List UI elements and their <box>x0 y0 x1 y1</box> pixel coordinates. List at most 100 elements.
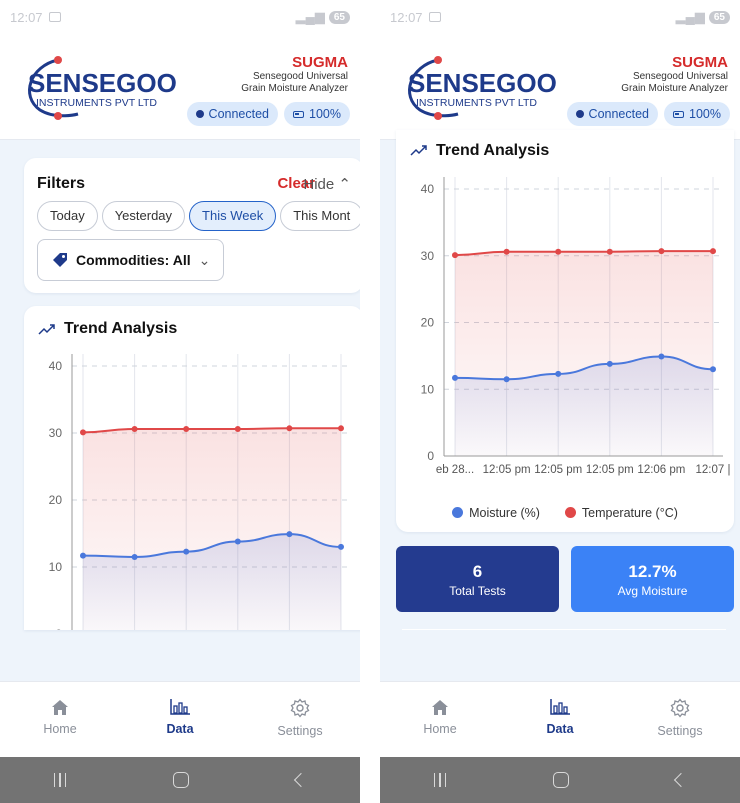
data-point-0 <box>183 548 190 555</box>
logo-sub: INSTRUMENTS PVT LTD <box>416 97 537 109</box>
back-button[interactable] <box>294 772 309 788</box>
chevron-up-icon: ⌃ <box>338 176 351 193</box>
system-nav-bar <box>380 757 740 803</box>
battery-label: 100% <box>689 107 721 121</box>
data-point-0 <box>286 531 293 538</box>
hide-button[interactable]: Hide ⌃ <box>303 175 351 193</box>
commodities-select[interactable]: Commodities: All ⌄ <box>37 239 224 281</box>
y-tick-label: 20 <box>421 316 435 330</box>
y-tick-label: 40 <box>421 182 435 196</box>
y-tick-label: 0 <box>55 627 62 630</box>
data-point-1 <box>606 248 613 255</box>
x-tick-label: 12:06 pm <box>637 464 685 476</box>
legend-temperature: Temperature (°C) <box>581 506 678 520</box>
data-point-1 <box>234 425 241 432</box>
legend-moisture-swatch <box>452 507 464 518</box>
data-point-1 <box>286 425 293 432</box>
series-area-1 <box>455 251 713 456</box>
tab-home[interactable]: Home <box>380 682 500 757</box>
status-dot-icon <box>195 110 204 118</box>
avg-moisture-label: Avg Moisture <box>617 584 688 598</box>
y-tick-label: 30 <box>49 426 63 440</box>
home-nav-button[interactable] <box>553 772 570 788</box>
bottom-tab-bar: Home Data Settings <box>0 681 360 757</box>
connection-status[interactable]: Connected <box>186 102 279 126</box>
back-button[interactable] <box>674 772 689 788</box>
trend-card: Trend Analysis 0 10 20 30 40 <box>24 306 360 630</box>
right-screen: 12:07 ▂▄▆65 SENSEGOOD INSTRUMENTS PVT LT… <box>380 0 740 803</box>
chip-today[interactable]: Today <box>37 201 98 231</box>
x-tick-label: 12:05 pm <box>534 464 582 476</box>
data-point-0 <box>503 376 510 383</box>
tab-settings[interactable]: Settings <box>620 682 740 757</box>
tab-data[interactable]: Data <box>120 682 240 757</box>
app-header: SENSEGOOD INSTRUMENTS PVT LTD SUGMA Sens… <box>380 34 740 140</box>
tab-data[interactable]: Data <box>500 682 620 757</box>
legend-moisture: Moisture (%) <box>469 506 540 520</box>
battery-label: 100% <box>309 107 341 121</box>
home-icon <box>52 700 68 715</box>
gear-icon <box>670 698 690 718</box>
battery-icon <box>673 110 685 118</box>
chevron-down-icon: ⌄ <box>198 251 211 268</box>
data-point-0 <box>131 553 138 560</box>
data-point-0 <box>338 543 344 550</box>
filters-title: Filters <box>37 175 86 192</box>
data-point-0 <box>234 538 241 545</box>
product-desc-2: Grain Moisture Analyzer <box>621 83 728 94</box>
x-tick-label: eb 28... <box>436 464 474 476</box>
tab-data-label: Data <box>546 722 574 736</box>
status-bar: 12:07 ▂▄▆ 65 <box>380 0 740 34</box>
recents-button[interactable] <box>433 773 447 787</box>
data-point-1 <box>658 248 665 255</box>
battery-status: 100% <box>284 102 350 126</box>
section-divider <box>402 629 726 630</box>
battery-status: 100% <box>664 102 730 126</box>
product-name: SUGMA <box>672 54 728 71</box>
data-point-1 <box>183 425 190 432</box>
x-tick-label: 12:05 pm <box>586 464 634 476</box>
data-point-1 <box>338 425 344 432</box>
y-tick-label: 10 <box>421 382 435 396</box>
sensegood-logo: SENSEGOOD INSTRUMENTS PVT LTD <box>28 56 178 120</box>
home-nav-button[interactable] <box>173 772 190 788</box>
battery-icon: 65 <box>708 10 730 24</box>
connection-status[interactable]: Connected <box>566 102 659 126</box>
x-tick-label: 12:05 pm <box>483 464 531 476</box>
connection-label: Connected <box>208 107 270 121</box>
clock: 12:07 <box>10 9 43 25</box>
chip-this-week[interactable]: This Week <box>189 201 277 231</box>
screen-divider <box>360 0 380 803</box>
gear-icon <box>290 698 310 718</box>
avg-moisture-value: 12.7% <box>628 562 677 581</box>
filters-card: Filters Clear Hide ⌃ Today Yesterday This … <box>24 158 360 293</box>
notification-icon <box>48 12 61 22</box>
tab-settings[interactable]: Settings <box>240 682 360 757</box>
data-point-1 <box>131 425 138 432</box>
product-brand: SUGMA Sensegood Universal Grain Moisture… <box>241 54 348 95</box>
chip-this-month[interactable]: This Mont <box>280 201 360 231</box>
status-bar: 12:07 ▂▄▆ 65 <box>0 0 360 34</box>
system-nav-bar <box>0 757 360 803</box>
y-tick-label: 40 <box>49 359 63 373</box>
data-point-0 <box>555 370 562 377</box>
chip-yesterday[interactable]: Yesterday <box>101 201 186 231</box>
avg-moisture-card: 12.7% Avg Moisture <box>571 546 734 612</box>
battery-icon <box>293 110 305 118</box>
tab-home[interactable]: Home <box>0 682 120 757</box>
connection-label: Connected <box>588 107 650 121</box>
chart-legend: Moisture (%) Temperature (°C) <box>396 506 734 520</box>
trend-chart: 010203040eb 28... 12:05 pm 12:05 pm 12:05 p… <box>421 177 731 476</box>
x-tick-label: 12:07 | <box>696 464 731 476</box>
data-point-0 <box>658 353 665 360</box>
data-point-0 <box>710 366 716 373</box>
logo-sub: INSTRUMENTS PVT LTD <box>36 97 157 109</box>
logo-name: SENSEGOOD <box>28 68 178 98</box>
bottom-tab-bar: Home Data Settings <box>380 681 740 757</box>
status-dot-icon <box>575 110 584 118</box>
data-point-0 <box>452 374 458 381</box>
recents-button[interactable] <box>53 773 67 787</box>
legend-temperature-swatch <box>564 507 576 518</box>
total-tests-value: 6 <box>472 562 483 581</box>
left-screen: 12:07 ▂▄▆65 SENSEGOOD INSTRUMENTS PVT LT… <box>0 0 360 803</box>
